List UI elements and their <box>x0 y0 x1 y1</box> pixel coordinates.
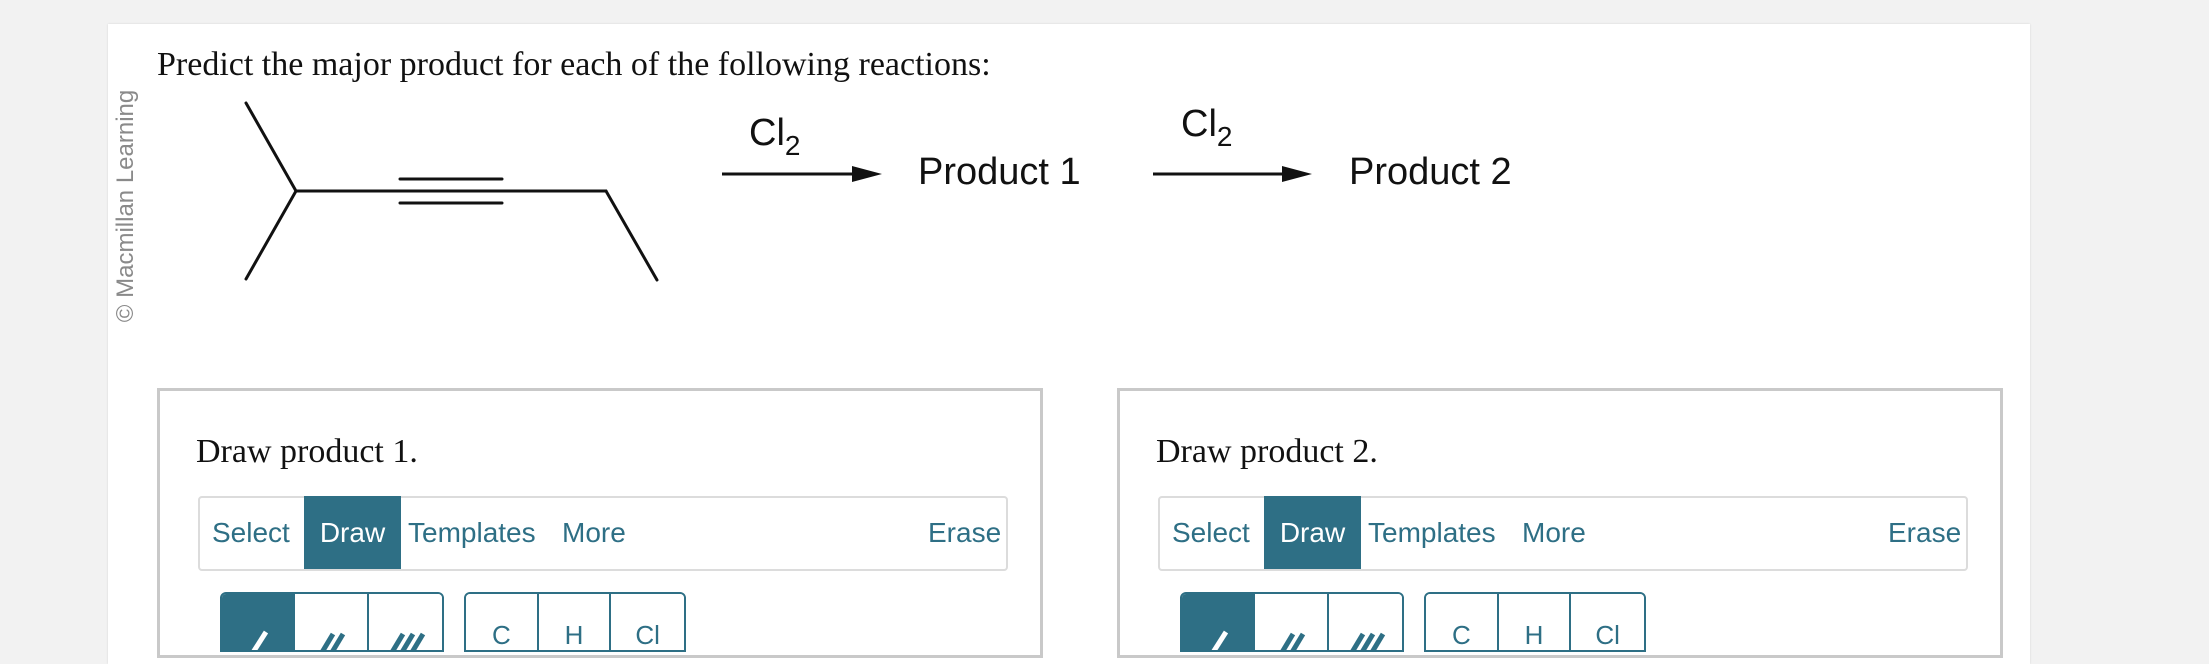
triple-bond-tool[interactable] <box>1328 594 1402 650</box>
sketcher-toolbar: Select Draw Templates More Erase <box>198 496 1008 571</box>
reaction-arrow-1 <box>722 166 882 182</box>
bond-tool-group <box>1180 592 1404 652</box>
reaction-arrow-2 <box>1153 166 1312 182</box>
single-bond-tool[interactable] <box>222 594 296 650</box>
sketcher-toolbar: Select Draw Templates More Erase <box>1158 496 1968 571</box>
element-hydrogen-button[interactable]: H <box>538 594 612 650</box>
triple-bond-icon <box>390 632 425 650</box>
panel-title: Draw product 1. <box>196 433 418 470</box>
erase-button[interactable]: Erase <box>928 496 1001 569</box>
panel-title: Draw product 2. <box>1156 433 1378 470</box>
tab-draw[interactable]: Draw <box>304 496 401 569</box>
product-2-label: Product 2 <box>1349 151 1512 193</box>
bond-tool-group <box>220 592 444 652</box>
tab-draw[interactable]: Draw <box>1264 496 1361 569</box>
element-hydrogen-button[interactable]: H <box>1498 594 1572 650</box>
double-bond-icon <box>1280 632 1306 650</box>
double-bond-icon <box>320 632 346 650</box>
single-bond-icon <box>1211 630 1229 650</box>
draw-panel-product-2: Draw product 2. Select Draw Templates Mo… <box>1117 388 2003 658</box>
element-carbon-button[interactable]: C <box>1426 594 1499 650</box>
reaction-scheme: Cl2 Product 1 Cl2 Product 2 <box>244 101 1512 282</box>
element-tool-group: C H Cl <box>1424 592 1646 652</box>
element-chlorine-button[interactable]: Cl <box>611 594 684 650</box>
tab-select[interactable]: Select <box>212 496 290 569</box>
element-tool-group: C H Cl <box>464 592 686 652</box>
tab-more[interactable]: More <box>1522 496 1586 569</box>
tab-templates[interactable]: Templates <box>408 496 536 569</box>
single-bond-tool[interactable] <box>1182 594 1256 650</box>
tab-more[interactable]: More <box>562 496 626 569</box>
tab-templates[interactable]: Templates <box>1368 496 1496 569</box>
starting-alkyne-structure <box>244 101 659 282</box>
single-bond-icon <box>251 630 269 650</box>
triple-bond-tool[interactable] <box>368 594 442 650</box>
double-bond-tool[interactable] <box>1255 594 1329 650</box>
tab-select[interactable]: Select <box>1172 496 1250 569</box>
double-bond-tool[interactable] <box>295 594 369 650</box>
element-chlorine-button[interactable]: Cl <box>1571 594 1644 650</box>
triple-bond-icon <box>1350 632 1385 650</box>
draw-panel-product-1: Draw product 1. Select Draw Templates Mo… <box>157 388 1043 658</box>
product-1-label: Product 1 <box>918 151 1081 193</box>
reagent-2-label: Cl2 <box>1181 103 1232 152</box>
reagent-1-label: Cl2 <box>749 112 800 161</box>
erase-button[interactable]: Erase <box>1888 496 1961 569</box>
element-carbon-button[interactable]: C <box>466 594 539 650</box>
